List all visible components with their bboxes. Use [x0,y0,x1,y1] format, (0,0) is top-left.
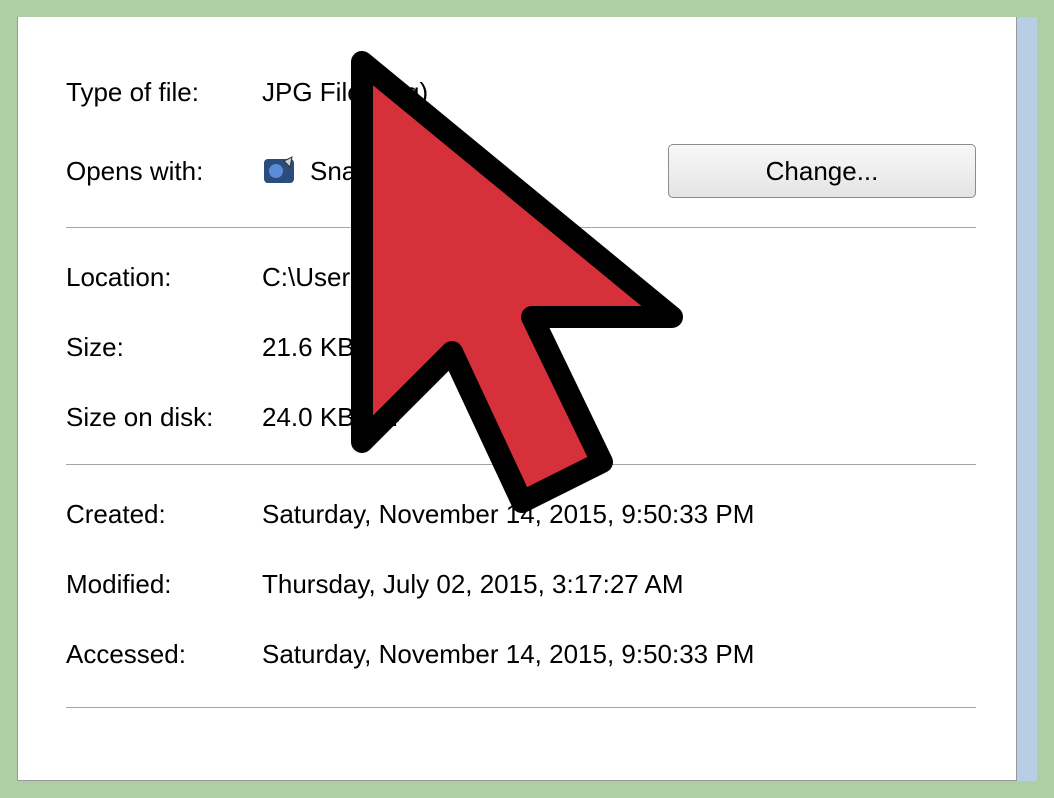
label-size: Size: [66,332,262,363]
value-size-on-disk-a: 24.0 KB (24 [262,402,399,433]
screenshot-frame: Type of file: JPG File (.jpg) Opens with… [17,17,1037,781]
label-accessed: Accessed: [66,639,262,670]
value-size-on-disk-b: byte [489,402,538,433]
label-location: Location: [66,262,262,293]
value-opens-with: Snagit [310,156,384,187]
row-type-of-file: Type of file: JPG File (.jpg) [66,57,976,127]
row-modified: Modified: Thursday, July 02, 2015, 3:17:… [66,549,976,619]
row-accessed: Accessed: Saturday, November 14, 2015, 9… [66,619,976,689]
separator-2 [66,464,976,465]
snagit-editor-icon [262,153,298,189]
row-size: Size: 21.6 KB (22 [66,312,976,382]
value-location: C:\Users\Us [262,262,402,293]
separator-3 [66,707,976,708]
value-created: Saturday, November 14, 2015, 9:50:33 PM [262,499,754,530]
right-blue-strip [1017,17,1037,781]
properties-content: Type of file: JPG File (.jpg) Opens with… [66,57,976,722]
change-button[interactable]: Change... [668,144,976,198]
label-modified: Modified: [66,569,262,600]
value-modified: Thursday, July 02, 2015, 3:17:27 AM [262,569,684,600]
properties-dialog-body: Type of file: JPG File (.jpg) Opens with… [17,17,1017,781]
row-location: Location: C:\Users\Us [66,242,976,312]
label-created: Created: [66,499,262,530]
row-created: Created: Saturday, November 14, 2015, 9:… [66,479,976,549]
value-accessed: Saturday, November 14, 2015, 9:50:33 PM [262,639,754,670]
label-opens-with: Opens with: [66,156,262,187]
row-size-on-disk: Size on disk: 24.0 KB (24 byte [66,382,976,452]
label-size-on-disk: Size on disk: [66,402,262,433]
label-type-of-file: Type of file: [66,77,262,108]
row-opens-with: Opens with: Snagit Change... [66,127,976,215]
value-type-of-file: JPG File (.jpg) [262,77,428,108]
separator-1 [66,227,976,228]
value-size: 21.6 KB (22 [262,332,399,363]
